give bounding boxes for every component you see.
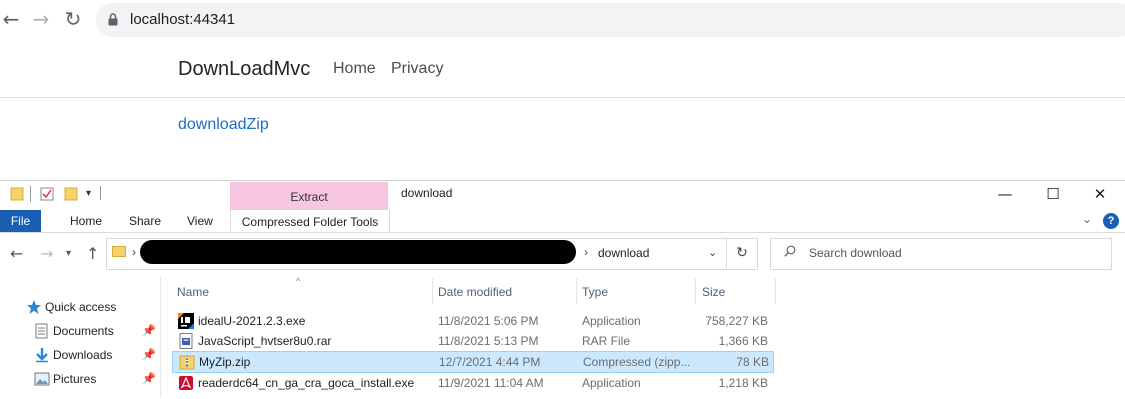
- up-icon[interactable]: ↑: [86, 244, 99, 263]
- redacted-path: [140, 240, 576, 264]
- tab-view[interactable]: View: [187, 214, 213, 228]
- lock-icon[interactable]: [108, 13, 118, 26]
- reload-icon[interactable]: ↻: [62, 8, 84, 30]
- nav-privacy-link[interactable]: Privacy: [391, 60, 443, 78]
- pin-icon[interactable]: 📌: [142, 372, 156, 385]
- back-icon[interactable]: ←: [0, 8, 22, 30]
- nav-item-label: Documents: [53, 324, 114, 338]
- file-size: 78 KB: [736, 355, 769, 369]
- column-divider[interactable]: [775, 278, 776, 304]
- site-navbar: [0, 40, 1125, 98]
- intellij-icon: [178, 313, 194, 329]
- nav-home-link[interactable]: Home: [333, 60, 376, 78]
- address-bar[interactable]: [96, 3, 1125, 37]
- pin-icon[interactable]: 📌: [142, 348, 156, 361]
- file-type: Compressed (zipp...: [583, 355, 691, 369]
- download-zip-link[interactable]: downloadZip: [178, 116, 269, 134]
- file-row[interactable]: JavaScript_hvtser8u0.rar 11/8/2021 5:13 …: [172, 331, 772, 351]
- minimize-icon[interactable]: —: [990, 184, 1020, 204]
- extract-context-tab[interactable]: Extract: [230, 182, 388, 210]
- column-header-type[interactable]: Type: [582, 285, 608, 299]
- zip-folder-icon: [179, 355, 195, 370]
- file-name: idealU-2021.2.3.exe: [198, 314, 306, 328]
- ribbon-divider: [0, 232, 1125, 233]
- pictures-icon: [34, 372, 50, 386]
- breadcrumb-current[interactable]: download: [598, 246, 649, 260]
- nav-item-label: Downloads: [53, 348, 113, 362]
- column-divider[interactable]: [432, 278, 433, 304]
- file-row-selected[interactable]: MyZip.zip 12/7/2021 4:44 PM Compressed (…: [172, 351, 774, 373]
- file-size: 1,366 KB: [718, 334, 768, 348]
- tab-compressed-folder-tools[interactable]: Compressed Folder Tools: [230, 210, 390, 233]
- nav-item-label: Quick access: [45, 300, 117, 314]
- search-icon: [784, 245, 796, 257]
- tab-home[interactable]: Home: [70, 214, 102, 228]
- file-size: 1,218 KB: [718, 376, 768, 390]
- breadcrumb-separator-icon[interactable]: ›: [132, 245, 136, 259]
- file-type: RAR File: [582, 334, 631, 348]
- forward-icon[interactable]: →: [30, 8, 52, 30]
- file-name: JavaScript_hvtser8u0.rar: [198, 334, 332, 348]
- search-placeholder[interactable]: Search download: [809, 246, 902, 260]
- column-header-date[interactable]: Date modified: [438, 285, 512, 299]
- close-icon[interactable]: ✕: [1085, 184, 1115, 204]
- new-folder-icon[interactable]: [64, 187, 78, 201]
- column-header-name[interactable]: Name: [177, 285, 209, 299]
- file-date: 11/8/2021 5:06 PM: [438, 314, 539, 328]
- qat-customize-icon[interactable]: ▾: [86, 188, 91, 199]
- folder-icon: [10, 187, 24, 201]
- tab-share[interactable]: Share: [129, 214, 161, 228]
- breadcrumb-separator-icon[interactable]: ›: [584, 245, 588, 259]
- properties-icon[interactable]: [40, 187, 54, 201]
- explorer-forward-icon[interactable]: →: [40, 244, 53, 263]
- file-date: 11/9/2021 11:04 AM: [438, 376, 544, 390]
- file-date: 12/7/2021 4:44 PM: [439, 355, 541, 369]
- file-type: Application: [582, 314, 641, 328]
- help-icon[interactable]: ?: [1103, 213, 1119, 229]
- column-header-size[interactable]: Size: [702, 285, 725, 299]
- star-icon: [27, 300, 41, 314]
- file-size: 758,227 KB: [705, 314, 768, 328]
- refresh-icon[interactable]: ↻: [726, 238, 757, 268]
- maximize-icon[interactable]: ☐: [1038, 184, 1068, 204]
- column-divider[interactable]: [576, 278, 577, 304]
- pin-icon[interactable]: 📌: [142, 324, 156, 337]
- documents-icon: [35, 323, 48, 339]
- column-divider[interactable]: [695, 278, 696, 304]
- file-row[interactable]: idealU-2021.2.3.exe 11/8/2021 5:06 PM Ap…: [172, 311, 772, 331]
- nav-pane-divider: [160, 276, 161, 398]
- address-dropdown-icon[interactable]: ⌄: [708, 246, 717, 259]
- explorer-back-icon[interactable]: ←: [10, 244, 23, 263]
- file-name: readerdc64_cn_ga_cra_goca_install.exe: [198, 376, 415, 390]
- file-date: 11/8/2021 5:13 PM: [438, 334, 539, 348]
- ribbon-expand-icon[interactable]: ⌄: [1082, 212, 1092, 226]
- file-type: Application: [582, 376, 641, 390]
- tab-file[interactable]: File: [0, 210, 41, 232]
- recent-locations-icon[interactable]: ▾: [66, 248, 71, 259]
- qat-divider: [30, 186, 31, 202]
- file-row[interactable]: readerdc64_cn_ga_cra_goca_install.exe 11…: [172, 373, 772, 393]
- address-folder-icon: [112, 246, 126, 257]
- qat-divider: [100, 186, 101, 200]
- nav-item-label: Pictures: [53, 372, 97, 386]
- url-text[interactable]: localhost:44341: [130, 11, 235, 28]
- rar-icon: [179, 333, 193, 349]
- window-title: download: [401, 186, 453, 200]
- site-brand[interactable]: DownLoadMvc: [178, 58, 310, 81]
- sort-ascending-icon: ^: [296, 276, 301, 286]
- file-name: MyZip.zip: [199, 355, 251, 369]
- downloads-icon: [36, 348, 48, 363]
- acrobat-icon: [179, 376, 193, 390]
